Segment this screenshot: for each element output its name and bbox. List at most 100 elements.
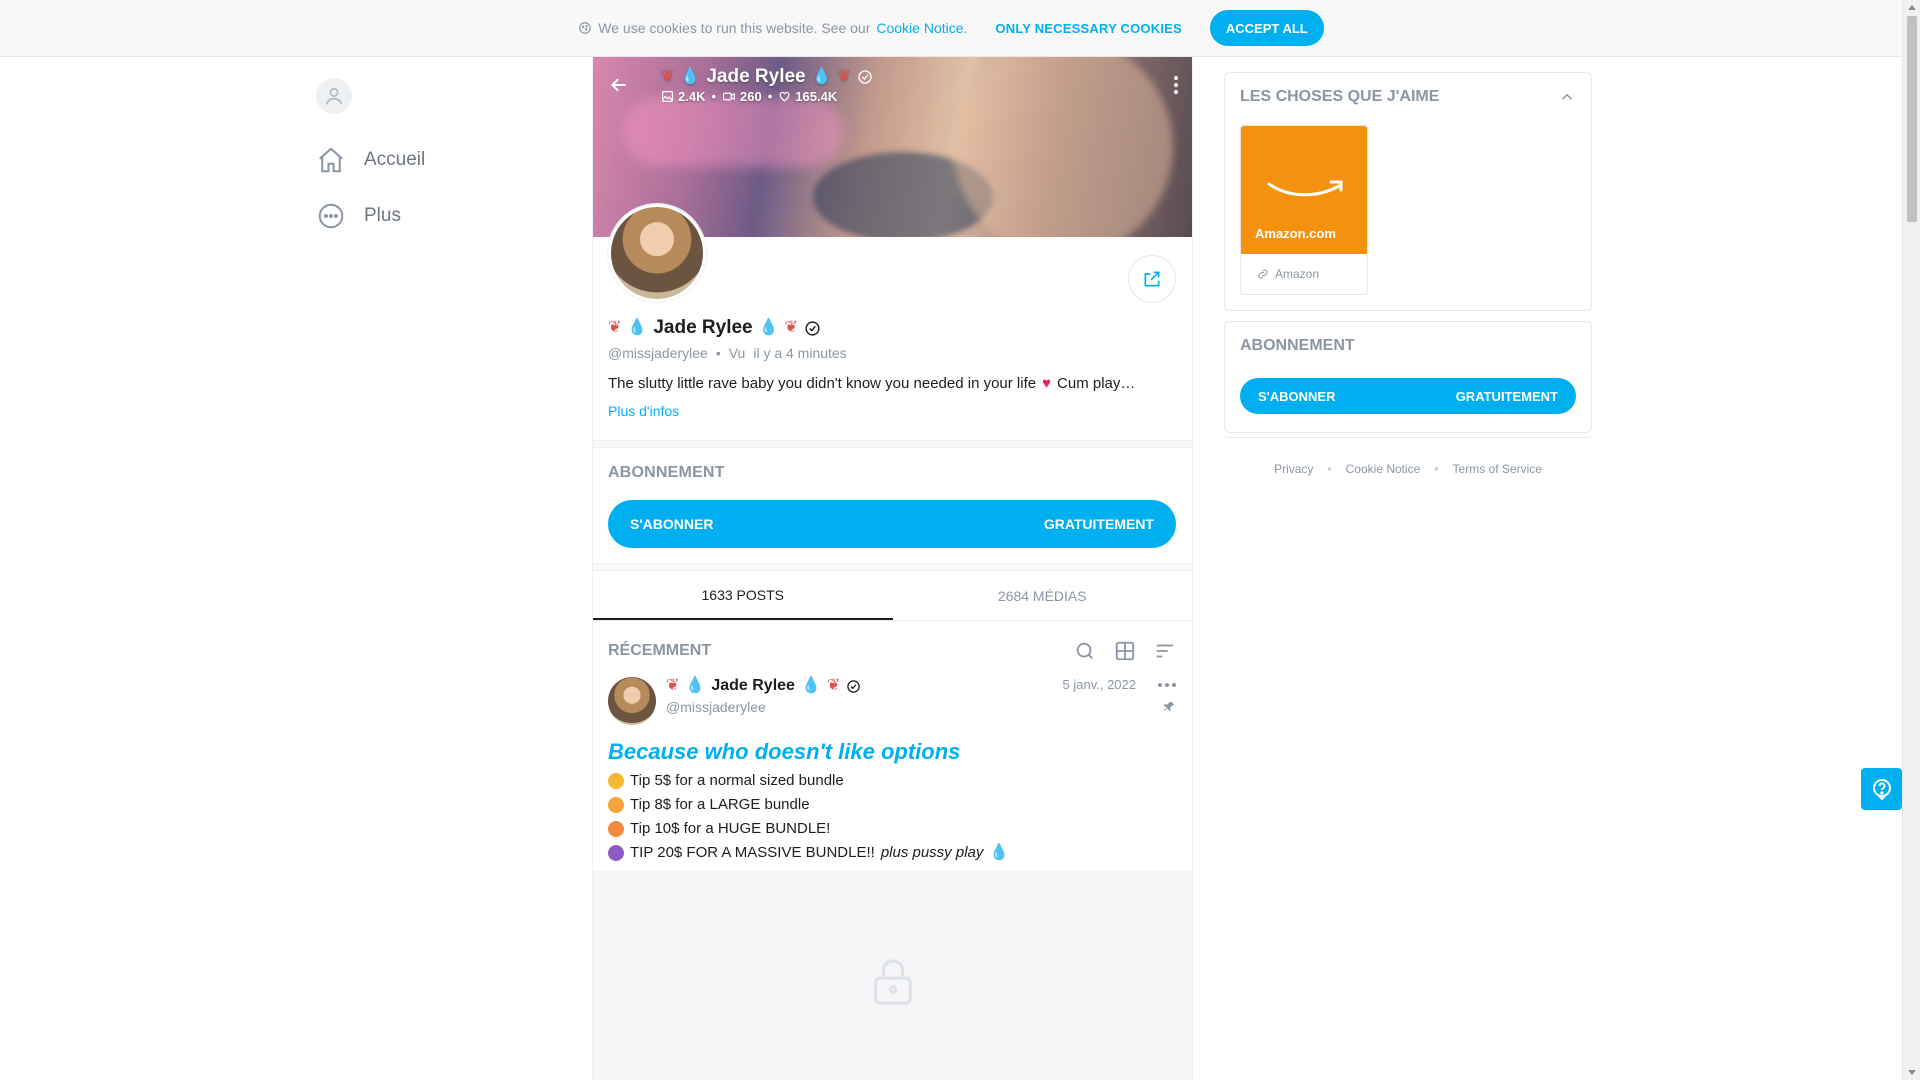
more-info-link[interactable]: Plus d'infos — [608, 403, 1176, 419]
butterfly-icon: ❦ — [837, 68, 851, 85]
help-button[interactable] — [1861, 768, 1902, 810]
tab-media[interactable]: 2684 MÉDIAS — [893, 571, 1193, 620]
cover-image: ❦ 💧 Jade Rylee 💧 ❦ 2.4K • 260 • 165.4K — [593, 57, 1192, 237]
section-divider — [593, 563, 1192, 571]
likes-stat: 165.4K — [778, 89, 837, 104]
footer-link-cookie-notice[interactable]: Cookie Notice — [1346, 462, 1421, 476]
accept-all-button[interactable]: ACCEPT ALL — [1209, 10, 1324, 46]
droplets-icon: 💧 — [811, 68, 832, 85]
amazon-link[interactable]: Amazon — [1241, 254, 1367, 294]
profile-info: ❦ 💧 Jade Rylee 💧 ❦ @missjaderylee • Vu i… — [608, 317, 1176, 419]
butterfly-icon: ❦ — [608, 319, 622, 336]
droplets-icon: 💧 — [800, 677, 821, 694]
locked-media-placeholder — [593, 871, 1192, 1080]
subscription-title: ABONNEMENT — [608, 464, 725, 481]
post-line: Tip 10$ for a HUGE BUNDLE! — [608, 817, 1176, 841]
droplets-icon: 💧 — [680, 68, 701, 85]
subscription-section: ABONNEMENT S'ABONNER GRATUITEMENT — [608, 464, 1176, 548]
user-avatar[interactable] — [316, 78, 352, 114]
amazon-smile-icon — [1267, 180, 1343, 197]
chevron-up-icon[interactable] — [1558, 88, 1576, 106]
nav-item-label: Accueil — [364, 149, 426, 170]
verified-icon — [805, 320, 820, 336]
post-line: Tip 5$ for a normal sized bundle — [608, 769, 1176, 793]
post-line-text: TIP 20$ FOR A MASSIVE BUNDLE!! — [630, 844, 875, 861]
post-heading: Because who doesn't like options — [608, 739, 961, 764]
post-author-name[interactable]: ❦ 💧 Jade Rylee 💧 ❦ — [666, 677, 861, 695]
cover-header: ❦ 💧 Jade Rylee 💧 ❦ 2.4K • 260 • 165.4K — [593, 57, 1192, 113]
post-avatar[interactable] — [608, 677, 656, 725]
footer-link-terms[interactable]: Terms of Service — [1453, 462, 1542, 476]
droplets-icon: 💧 — [989, 844, 1010, 861]
nav-item-more[interactable]: Plus — [316, 188, 576, 244]
emoji-face-icon — [608, 773, 624, 789]
scroll-up-arrow[interactable] — [1908, 5, 1916, 10]
share-button[interactable] — [1128, 255, 1176, 303]
recent-bar: RÉCEMMENT — [608, 635, 1176, 667]
images-count: 2.4K — [678, 89, 706, 104]
link-icon — [1258, 269, 1268, 279]
post-body: Tip 5$ for a normal sized bundle Tip 8$ … — [608, 769, 1176, 865]
post-line: TIP 20$ FOR A MASSIVE BUNDLE!! plus puss… — [608, 841, 1176, 865]
subscription-card: ABONNEMENT S'ABONNER GRATUITEMENT — [1224, 321, 1592, 433]
post-author-text: Jade Rylee — [711, 677, 795, 694]
cookie-banner: We use cookies to run this website. See … — [0, 0, 1902, 57]
profile-column: ❦ 💧 Jade Rylee 💧 ❦ 2.4K • 260 • 165.4K ❦… — [592, 57, 1193, 1080]
scrollbar-thumb[interactable] — [1907, 16, 1917, 222]
videos-stat: 260 — [722, 89, 762, 104]
profile-name: ❦ 💧 Jade Rylee 💧 ❦ — [608, 317, 1176, 339]
cookie-notice-link[interactable]: Cookie Notice — [876, 20, 963, 36]
video-icon — [723, 92, 736, 101]
grid-view-icon[interactable] — [1114, 640, 1136, 662]
subscribe-label: S'ABONNER — [630, 516, 714, 532]
home-icon — [319, 147, 343, 173]
profile-menu-button[interactable] — [1174, 76, 1178, 94]
amazon-link-text: Amazon — [1275, 267, 1320, 281]
footer-link-privacy[interactable]: Privacy — [1274, 462, 1313, 476]
butterfly-icon: ❦ — [826, 677, 841, 694]
amazon-tile[interactable]: Amazon.com Amazon — [1240, 125, 1368, 295]
bio-suffix: Cum play… — [1057, 375, 1136, 392]
emoji-devil-icon — [608, 845, 624, 861]
sidebar-subscribe-price: GRATUITEMENT — [1455, 388, 1558, 404]
page-scrollbar[interactable] — [1902, 0, 1920, 1080]
back-button[interactable] — [607, 73, 631, 97]
only-necessary-cookies-button[interactable]: ONLY NECESSARY COOKIES — [995, 21, 1181, 36]
cookie-icon — [579, 22, 592, 34]
post-author-handle: @missjaderylee — [666, 699, 766, 715]
subscribe-button[interactable]: S'ABONNER GRATUITEMENT — [608, 500, 1176, 548]
more-circle-icon — [318, 203, 344, 229]
cover-name-text: Jade Rylee — [706, 66, 806, 87]
scroll-down-arrow[interactable] — [1908, 1070, 1916, 1075]
videos-count: 260 — [740, 89, 762, 104]
post-line: Tip 8$ for a LARGE bundle — [608, 793, 1176, 817]
heart-icon — [779, 91, 790, 102]
sidebar-subscribe-button[interactable]: S'ABONNER GRATUITEMENT — [1240, 378, 1576, 414]
cookie-text-suffix: . — [963, 20, 968, 36]
post-menu-button[interactable] — [1158, 682, 1176, 687]
content-tabs: 1633 POSTS 2684 MÉDIAS — [593, 571, 1192, 621]
profile-meta: @missjaderylee • Vu il y a 4 minutes — [608, 345, 847, 361]
bio-text: The slutty little rave baby you didn't k… — [608, 375, 1037, 392]
subscribe-price: GRATUITEMENT — [1043, 516, 1154, 532]
droplets-icon: 💧 — [758, 319, 779, 336]
sort-icon[interactable] — [1154, 640, 1176, 662]
butterfly-icon: ❦ — [666, 677, 680, 694]
profile-name-text: Jade Rylee — [653, 317, 753, 338]
post-line-text: Tip 5$ for a normal sized bundle — [630, 772, 844, 789]
tab-posts[interactable]: 1633 POSTS — [593, 571, 893, 620]
help-icon — [1872, 779, 1891, 801]
profile-avatar[interactable] — [608, 204, 706, 302]
images-stat: 2.4K — [661, 89, 705, 104]
pin-icon — [1163, 701, 1175, 712]
search-icon[interactable] — [1074, 640, 1096, 662]
last-seen: il y a 4 minutes — [753, 345, 847, 361]
arrow-left-icon — [610, 78, 626, 92]
nav-item-home[interactable]: Accueil — [316, 132, 576, 188]
droplets-icon: 💧 — [627, 319, 648, 336]
amazon-name: Amazon.com — [1255, 226, 1336, 241]
verified-icon — [847, 679, 861, 693]
amazon-logo: Amazon.com — [1241, 126, 1367, 254]
profile-handle: @missjaderylee — [608, 345, 708, 361]
subscription-card-title: ABONNEMENT — [1240, 337, 1355, 354]
